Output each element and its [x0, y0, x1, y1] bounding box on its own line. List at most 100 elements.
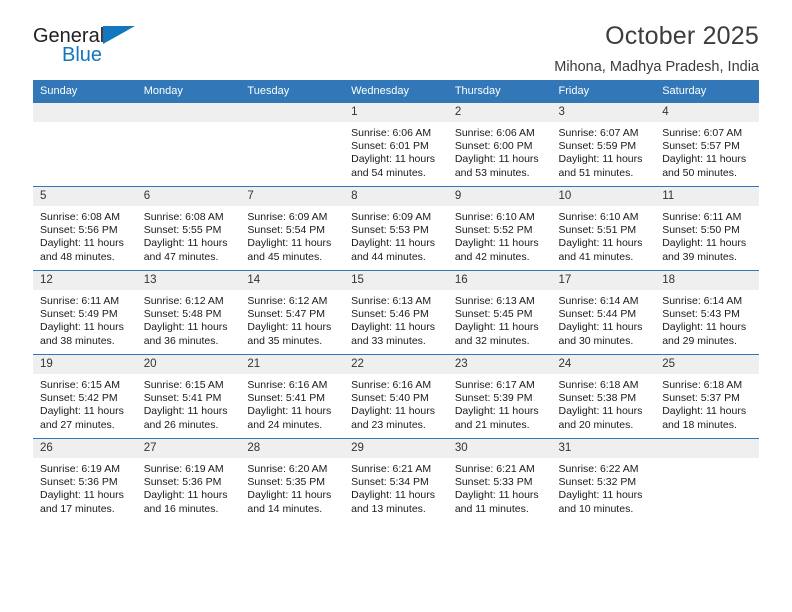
daylight-text-line1: Daylight: 11 hours: [662, 237, 747, 250]
calendar-cell-day[interactable]: 2 Sunrise: 6:06 AM Sunset: 6:00 PM Daylight…: [447, 102, 552, 187]
day-details: Sunrise: 6:06 AM Sunset: 6:01 PM Daylight:…: [344, 122, 448, 180]
daylight-text-line1: Daylight: 11 hours: [454, 489, 539, 502]
calendar-cell-day[interactable]: 27 Sunrise: 6:19 AM Sunset: 5:36 PM Dayligh…: [136, 438, 241, 522]
day-number: 28: [240, 439, 345, 458]
sunset-text: Sunset: 5:39 PM: [454, 392, 533, 405]
daylight-text-line2: and 47 minutes.: [143, 250, 219, 263]
daylight-text-line1: Daylight: 11 hours: [143, 405, 228, 418]
sunrise-text: Sunrise: 6:21 AM: [351, 463, 432, 475]
daylight-text-line2: and 42 minutes.: [454, 250, 530, 263]
sunrise-text: Sunrise: 6:15 AM: [40, 379, 120, 391]
day-number: 26: [33, 439, 137, 458]
day-details: Sunrise: 6:15 AM Sunset: 5:41 PM Daylight:…: [137, 374, 241, 432]
daylight-text-line1: Daylight: 11 hours: [351, 489, 435, 502]
daylight-text-line1: Daylight: 11 hours: [143, 237, 228, 250]
calendar-cell-day[interactable]: 6 Sunrise: 6:08 AM Sunset: 5:55 PM Daylight…: [136, 186, 241, 271]
day-number: 15: [344, 271, 448, 290]
daylight-text-line2: and 23 minutes.: [351, 418, 426, 431]
day-number: 24: [551, 355, 656, 374]
sunrise-text: Sunrise: 6:09 AM: [351, 211, 432, 223]
calendar-cell-day[interactable]: 23 Sunrise: 6:17 AM Sunset: 5:39 PM Dayligh…: [447, 354, 552, 439]
calendar-header-row: Sunday Monday Tuesday Wednesday Thursday…: [33, 80, 759, 103]
calendar-cell-day[interactable]: 11 Sunrise: 6:11 AM Sunset: 5:50 PM Dayligh…: [655, 186, 759, 271]
calendar-cell-day[interactable]: 13 Sunrise: 6:12 AM Sunset: 5:48 PM Dayligh…: [136, 270, 241, 355]
sunrise-text: Sunrise: 6:12 AM: [143, 295, 224, 307]
day-number: 4: [655, 103, 759, 122]
day-details: Sunrise: 6:16 AM Sunset: 5:40 PM Daylight:…: [344, 374, 448, 432]
day-details: Sunrise: 6:17 AM Sunset: 5:39 PM Daylight:…: [448, 374, 552, 432]
calendar-cell-day[interactable]: 25 Sunrise: 6:18 AM Sunset: 5:37 PM Dayligh…: [655, 354, 759, 439]
sunrise-text: Sunrise: 6:19 AM: [40, 463, 120, 475]
calendar-cell-day[interactable]: 15 Sunrise: 6:13 AM Sunset: 5:46 PM Dayligh…: [344, 270, 448, 355]
calendar-cell-day[interactable]: 7 Sunrise: 6:09 AM Sunset: 5:54 PM Daylight…: [240, 186, 345, 271]
calendar-cell-day[interactable]: 22 Sunrise: 6:16 AM Sunset: 5:40 PM Dayligh…: [344, 354, 448, 439]
weekday-header-thursday: Thursday: [447, 80, 552, 103]
day-details: Sunrise: 6:06 AM Sunset: 6:00 PM Daylight:…: [448, 122, 552, 180]
page-title: October 2025: [605, 22, 759, 50]
sunset-text: Sunset: 5:47 PM: [247, 308, 326, 321]
calendar-cell-day[interactable]: 14 Sunrise: 6:12 AM Sunset: 5:47 PM Dayligh…: [240, 270, 345, 355]
sunset-text: Sunset: 5:53 PM: [351, 224, 429, 237]
brand-logo[interactable]: General Blue: [33, 26, 233, 65]
sunrise-text: Sunrise: 6:15 AM: [143, 379, 224, 391]
sunrise-text: Sunrise: 6:08 AM: [40, 211, 120, 223]
daylight-text-line2: and 13 minutes.: [351, 502, 426, 515]
calendar-cell-empty: [655, 438, 759, 522]
sunset-text: Sunset: 5:36 PM: [40, 476, 118, 489]
day-number: [33, 103, 137, 122]
day-number: 1: [344, 103, 448, 122]
day-details: Sunrise: 6:19 AM Sunset: 5:36 PM Daylight:…: [137, 458, 241, 516]
daylight-text-line1: Daylight: 11 hours: [143, 489, 228, 502]
calendar-cell-day[interactable]: 10 Sunrise: 6:10 AM Sunset: 5:51 PM Dayligh…: [551, 186, 656, 271]
day-number: 3: [551, 103, 656, 122]
calendar-cell-day[interactable]: 19 Sunrise: 6:15 AM Sunset: 5:42 PM Dayligh…: [33, 354, 137, 439]
calendar-cell-day[interactable]: 5 Sunrise: 6:08 AM Sunset: 5:56 PM Daylight…: [33, 186, 137, 271]
day-number: 27: [136, 439, 241, 458]
day-details: Sunrise: 6:16 AM Sunset: 5:41 PM Daylight:…: [240, 374, 344, 432]
sunset-text: Sunset: 5:32 PM: [558, 476, 637, 489]
day-number: 14: [240, 271, 345, 290]
calendar-cell-day[interactable]: 28 Sunrise: 6:20 AM Sunset: 5:35 PM Dayligh…: [240, 438, 345, 522]
day-details: Sunrise: 6:18 AM Sunset: 5:37 PM Daylight:…: [655, 374, 759, 432]
daylight-text-line2: and 17 minutes.: [40, 502, 115, 515]
calendar-cell-day[interactable]: 20 Sunrise: 6:15 AM Sunset: 5:41 PM Dayligh…: [136, 354, 241, 439]
sunrise-text: Sunrise: 6:18 AM: [558, 379, 639, 391]
day-number: 18: [655, 271, 759, 290]
sunrise-text: Sunrise: 6:19 AM: [143, 463, 224, 475]
calendar-cell-day[interactable]: 24 Sunrise: 6:18 AM Sunset: 5:38 PM Dayligh…: [551, 354, 656, 439]
day-number: 2: [447, 103, 552, 122]
daylight-text-line1: Daylight: 11 hours: [247, 237, 332, 250]
day-details: Sunrise: 6:14 AM Sunset: 5:43 PM Daylight:…: [655, 290, 759, 348]
daylight-text-line2: and 48 minutes.: [40, 250, 115, 263]
daylight-text-line1: Daylight: 11 hours: [662, 153, 747, 166]
sunrise-text: Sunrise: 6:14 AM: [662, 295, 743, 307]
calendar-cell-day[interactable]: 26 Sunrise: 6:19 AM Sunset: 5:36 PM Dayligh…: [33, 438, 137, 522]
day-details: Sunrise: 6:07 AM Sunset: 5:57 PM Daylight:…: [655, 122, 759, 180]
calendar-cell-day[interactable]: 18 Sunrise: 6:14 AM Sunset: 5:43 PM Dayligh…: [655, 270, 759, 355]
triangle-flag-icon: [103, 26, 136, 48]
day-details: Sunrise: 6:11 AM Sunset: 5:50 PM Daylight:…: [655, 206, 759, 264]
calendar-cell-day[interactable]: 3 Sunrise: 6:07 AM Sunset: 5:59 PM Daylight…: [551, 102, 656, 187]
daylight-text-line2: and 29 minutes.: [662, 334, 737, 347]
day-details: Sunrise: 6:14 AM Sunset: 5:44 PM Daylight:…: [552, 290, 656, 348]
sunset-text: Sunset: 5:41 PM: [143, 392, 222, 405]
calendar-cell-day[interactable]: 1 Sunrise: 6:06 AM Sunset: 6:01 PM Daylight…: [344, 102, 448, 187]
calendar-cell-day[interactable]: 29 Sunrise: 6:21 AM Sunset: 5:34 PM Dayligh…: [344, 438, 448, 522]
calendar-cell-day[interactable]: 17 Sunrise: 6:14 AM Sunset: 5:44 PM Dayligh…: [551, 270, 656, 355]
daylight-text-line1: Daylight: 11 hours: [351, 405, 435, 418]
calendar-cell-day[interactable]: 4 Sunrise: 6:07 AM Sunset: 5:57 PM Daylight…: [655, 102, 759, 187]
calendar-cell-day[interactable]: 30 Sunrise: 6:21 AM Sunset: 5:33 PM Dayligh…: [447, 438, 552, 522]
daylight-text-line1: Daylight: 11 hours: [558, 489, 643, 502]
calendar-cell-day[interactable]: 16 Sunrise: 6:13 AM Sunset: 5:45 PM Dayligh…: [447, 270, 552, 355]
daylight-text-line2: and 53 minutes.: [454, 166, 530, 179]
daylight-text-line1: Daylight: 11 hours: [351, 153, 435, 166]
sunrise-text: Sunrise: 6:10 AM: [558, 211, 639, 223]
calendar-cell-day[interactable]: 21 Sunrise: 6:16 AM Sunset: 5:41 PM Dayligh…: [240, 354, 345, 439]
calendar-cell-day[interactable]: 8 Sunrise: 6:09 AM Sunset: 5:53 PM Daylight…: [344, 186, 448, 271]
sunset-text: Sunset: 6:01 PM: [351, 140, 429, 153]
calendar-page: General Blue October 2025 Mihona, Madhya…: [0, 0, 792, 612]
calendar-cell-day[interactable]: 31 Sunrise: 6:22 AM Sunset: 5:32 PM Dayligh…: [551, 438, 656, 522]
calendar-cell-empty: [240, 102, 345, 187]
calendar-cell-day[interactable]: 9 Sunrise: 6:10 AM Sunset: 5:52 PM Daylight…: [447, 186, 552, 271]
calendar-cell-day[interactable]: 12 Sunrise: 6:11 AM Sunset: 5:49 PM Dayligh…: [33, 270, 137, 355]
